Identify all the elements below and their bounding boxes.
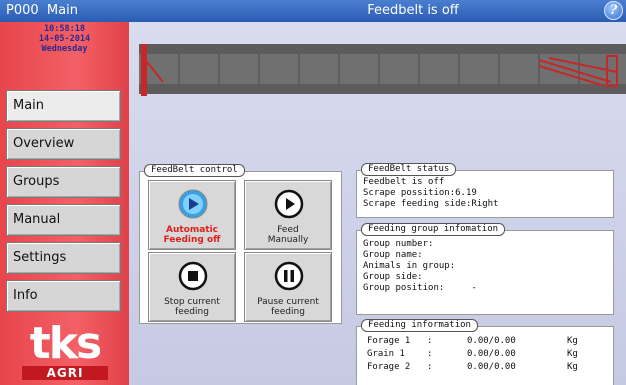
table-row: Forage 2 : 0.00/0.00 Kg <box>367 362 578 372</box>
feeding-group-title: Feeding group infomation <box>361 223 506 236</box>
sidebar-item-settings[interactable]: Settings <box>6 242 121 274</box>
logo-text: tks <box>29 318 102 369</box>
feedbelt-status-panel: FeedBelt status Feedbelt is off Scrape p… <box>356 163 614 218</box>
feedbelt-illustration <box>139 44 626 96</box>
pause-current-feeding-button[interactable]: Pause current feeding <box>244 252 332 322</box>
stop-current-feeding-button[interactable]: Stop current feeding <box>148 252 236 322</box>
table-row: Forage 1 : 0.00/0.00 Kg <box>367 336 578 346</box>
feeding-information-title: Feeding information <box>361 319 478 332</box>
sidebar-item-manual[interactable]: Manual <box>6 204 121 236</box>
sidebar: 10:58:18 14-05-2014 Wednesday Main Overv… <box>0 22 129 385</box>
help-button[interactable]: ? <box>604 1 623 20</box>
group-number: Group number: <box>363 239 434 249</box>
clock-time: 10:58:18 <box>44 24 85 34</box>
feedbelt-control-title: FeedBelt control <box>144 164 245 177</box>
animals-in-group: Animals in group: <box>363 261 456 271</box>
feedbelt-status-line: Feedbelt is off <box>363 177 445 187</box>
automatic-feeding-icon <box>178 189 208 219</box>
feeding-group-panel: Feeding group infomation Group number: G… <box>356 223 614 315</box>
play-icon <box>274 189 304 219</box>
pause-current-feeding-label: Pause current feeding <box>257 297 319 317</box>
main-panel: FeedBelt control Automatic Feeding off F… <box>129 22 626 385</box>
automatic-feeding-label: Automatic Feeding off <box>163 225 221 245</box>
feedbelt-status-panel-title: FeedBelt status <box>361 163 457 176</box>
feed-manually-button[interactable]: Feed Manually <box>244 180 332 250</box>
clock: 10:58:18 14-05-2014 Wednesday <box>0 24 129 54</box>
feed-manually-label: Feed Manually <box>267 225 309 245</box>
feedbelt-status-title: Feedbelt is off <box>367 3 459 18</box>
group-side: Group side: <box>363 272 423 282</box>
scrape-position: Scrape possition:6.19 <box>363 188 477 198</box>
pause-icon <box>274 261 304 291</box>
tks-agri-logo: tks AGRI <box>10 322 120 380</box>
sidebar-item-groups[interactable]: Groups <box>6 166 121 198</box>
automatic-feeding-button[interactable]: Automatic Feeding off <box>148 180 236 250</box>
clock-weekday: Wednesday <box>41 44 88 54</box>
sidebar-item-info[interactable]: Info <box>6 280 121 312</box>
table-row: Grain 1 : 0.00/0.00 Kg <box>367 349 578 359</box>
title-bar: P000 Main Feedbelt is off ? <box>0 0 626 22</box>
scrape-feeding-side: Scrape feeding side:Right <box>363 199 499 209</box>
sidebar-item-main[interactable]: Main <box>6 90 121 122</box>
feedbelt-control-panel: FeedBelt control Automatic Feeding off F… <box>139 164 342 324</box>
stop-icon <box>178 261 208 291</box>
feeding-information-table: Forage 1 : 0.00/0.00 Kg Grain 1 : 0.00/0… <box>367 335 578 374</box>
clock-date: 14-05-2014 <box>38 34 91 44</box>
sidebar-item-overview[interactable]: Overview <box>6 128 121 160</box>
group-name: Group name: <box>363 250 423 260</box>
feeding-information-panel: Feeding information Forage 1 : 0.00/0.00… <box>356 319 614 385</box>
stop-current-feeding-label: Stop current feeding <box>164 297 220 317</box>
group-position: Group position: - <box>363 283 477 293</box>
